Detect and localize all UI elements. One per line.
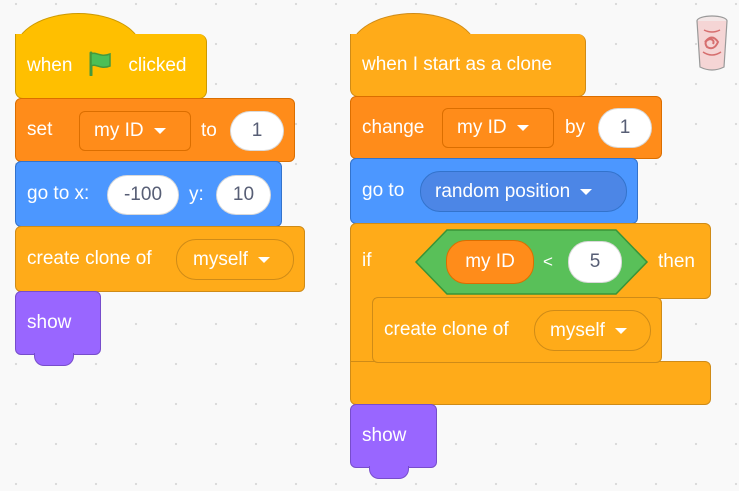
green-flag-icon [86,50,114,82]
variable-name: my ID [94,120,144,141]
show-label: show [362,425,407,446]
compare-value-input[interactable]: 5 [568,241,622,283]
when-label: when [27,55,73,76]
chevron-down-icon [614,327,627,334]
go-to-target-value: random position [435,180,571,202]
set-label: set [27,119,53,140]
by-label: by [565,117,586,138]
clone-target-value: myself [193,248,248,270]
create-clone-label: create clone of [27,248,152,269]
create-clone-label: create clone of [384,319,509,340]
chevron-down-icon [580,188,593,195]
x-input[interactable]: -100 [107,175,179,215]
set-value-input[interactable]: 1 [230,111,284,151]
when-start-clone-label: when I start as a clone [362,54,553,75]
if-label: if [362,250,372,271]
go-to-x-label: go to x: [27,183,90,204]
when-start-as-clone-block[interactable]: when I start as a clone [350,34,586,97]
block-bottom-tab [34,353,74,366]
show-block[interactable]: show [350,404,437,468]
chevron-down-icon [516,125,529,131]
go-to-target-dropdown[interactable]: random position [420,171,627,212]
variable-name: my ID [457,117,507,138]
variable-dropdown[interactable]: my ID [79,111,191,151]
chevron-down-icon [257,256,270,263]
go-to-label: go to [362,180,405,201]
trash-can-icon[interactable] [694,12,730,74]
change-label: change [362,116,425,138]
clone-target-dropdown[interactable]: myself [534,310,651,351]
y-input[interactable]: 10 [216,175,271,215]
change-value-input[interactable]: 1 [598,108,652,148]
then-label: then [658,251,695,272]
show-label: show [27,312,72,333]
to-label: to [201,120,217,141]
when-flag-clicked-block[interactable]: when clicked [15,34,207,99]
less-than-symbol: < [543,252,553,271]
variable-dropdown[interactable]: my ID [442,108,554,148]
show-block[interactable]: show [15,291,101,355]
clone-target-dropdown[interactable]: myself [176,239,294,280]
if-block-arm [350,297,374,363]
chevron-down-icon [153,128,166,134]
block-bottom-tab [369,466,409,479]
y-label: y: [189,184,204,205]
if-block-footer [350,361,711,405]
my-id-reporter[interactable]: my ID [446,240,534,284]
clone-target-value: myself [550,319,605,341]
clicked-label: clicked [128,55,187,76]
